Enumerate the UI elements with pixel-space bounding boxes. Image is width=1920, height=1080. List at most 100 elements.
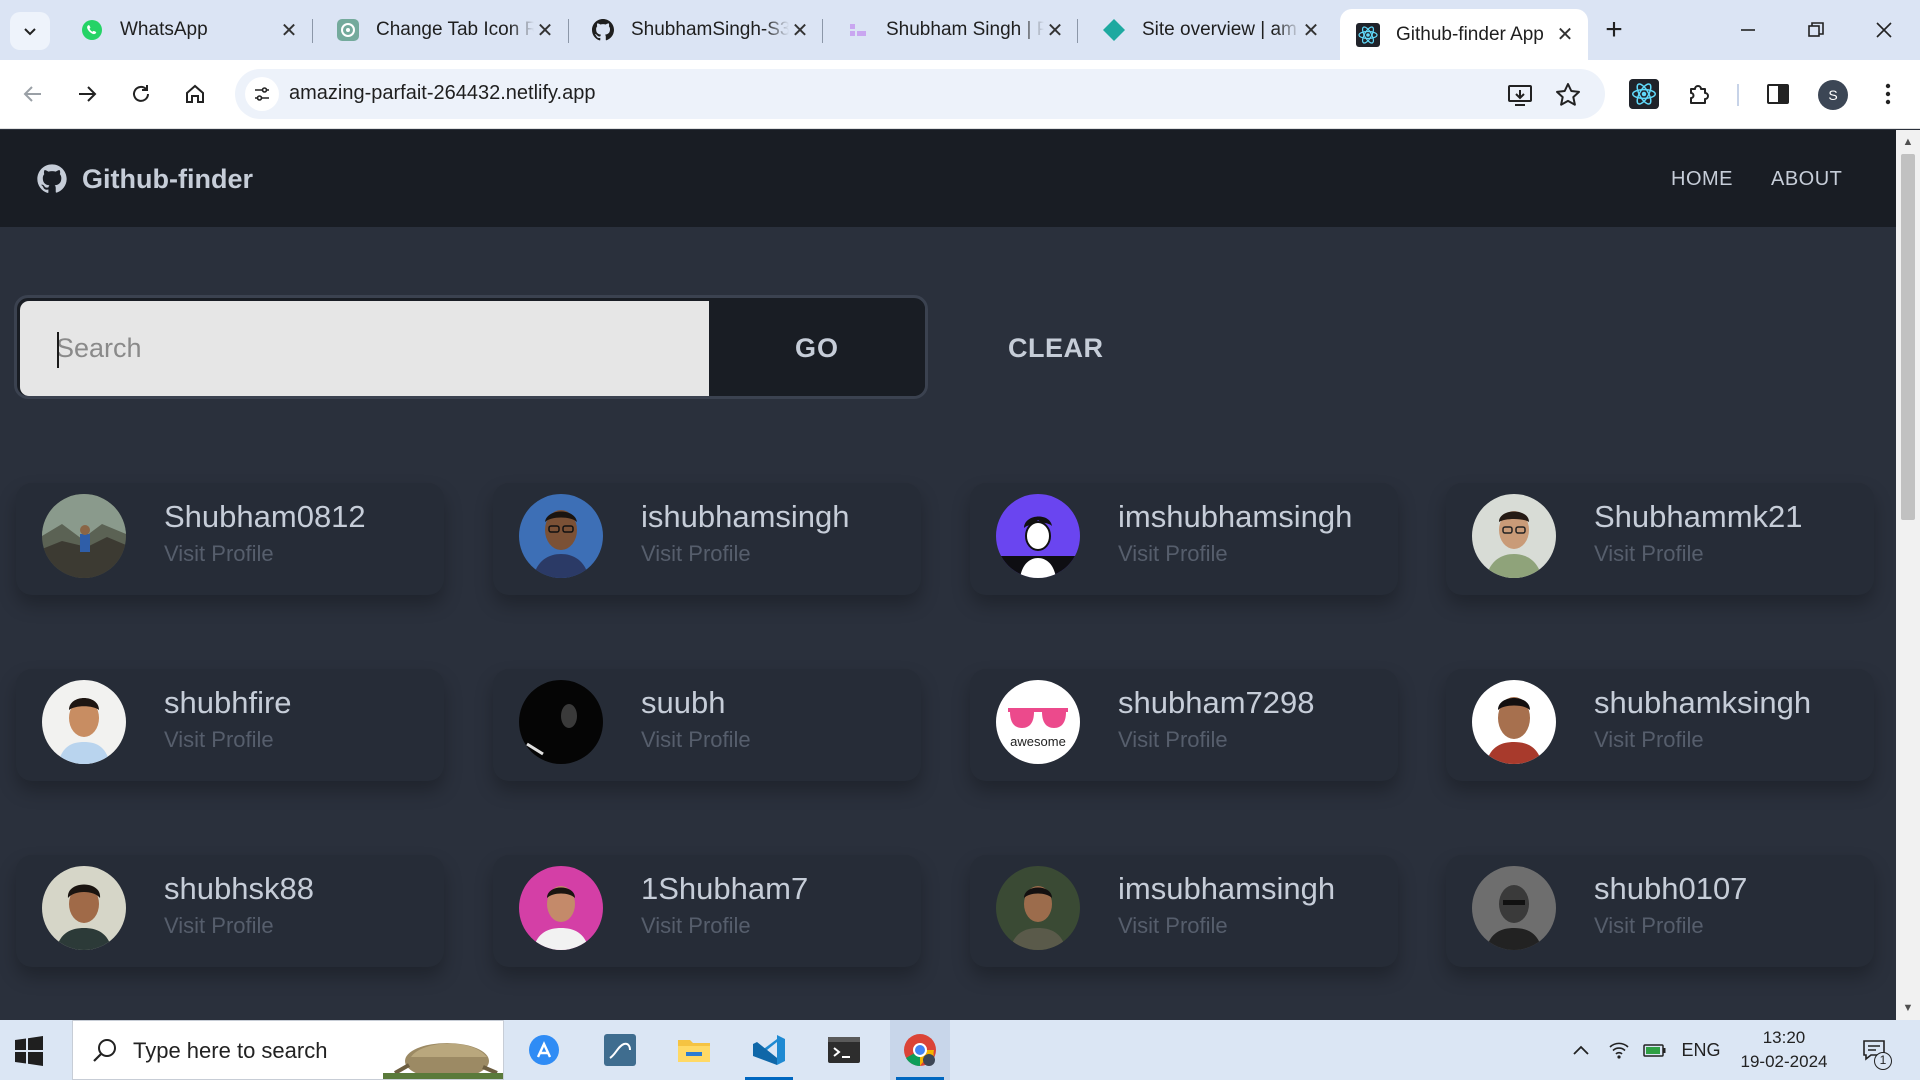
bookmark-button[interactable] (1554, 81, 1582, 109)
home-button[interactable] (176, 75, 214, 113)
taskbar-search-box[interactable]: Type here to search (72, 1020, 504, 1080)
avatar[interactable]: awesome (996, 680, 1080, 764)
tab-separator (822, 19, 823, 43)
taskbar-vscode[interactable] (739, 1020, 799, 1080)
avatar[interactable] (1472, 866, 1556, 950)
close-icon[interactable]: ✕ (534, 19, 556, 42)
nav-about-link[interactable]: ABOUT (1771, 168, 1842, 191)
visit-profile-link[interactable]: Visit Profile (1118, 541, 1228, 567)
visit-profile-link[interactable]: Visit Profile (641, 913, 751, 939)
start-button[interactable] (14, 1036, 44, 1066)
visit-profile-link[interactable]: Visit Profile (1594, 541, 1704, 567)
chevron-up-icon (1573, 1045, 1589, 1055)
file-explorer-icon (678, 1040, 710, 1062)
side-panel-button[interactable] (1760, 76, 1796, 112)
show-hidden-icons-button[interactable] (1566, 1020, 1596, 1080)
taskbar-chrome[interactable] (890, 1020, 950, 1080)
browser-menu-button[interactable] (1870, 76, 1906, 112)
restore-button[interactable] (1784, 6, 1848, 54)
avatar[interactable] (519, 494, 603, 578)
visit-profile-link[interactable]: Visit Profile (641, 727, 751, 753)
network-status[interactable] (1604, 1020, 1634, 1080)
avatar[interactable] (1472, 494, 1556, 578)
home-icon (186, 84, 204, 103)
taskbar-mysql-workbench[interactable] (590, 1020, 650, 1080)
close-icon[interactable]: ✕ (278, 19, 300, 42)
tab-chatgpt[interactable]: Change Tab Icon R ✕ (320, 9, 568, 51)
notification-center[interactable]: 1 (1854, 1020, 1894, 1080)
nav-home-link[interactable]: HOME (1671, 168, 1733, 191)
close-icon[interactable]: ✕ (1300, 19, 1322, 42)
close-icon[interactable]: ✕ (789, 19, 811, 42)
windows-logo-icon (15, 1036, 43, 1066)
close-icon[interactable]: ✕ (1554, 24, 1576, 46)
visit-profile-link[interactable]: Visit Profile (164, 541, 274, 567)
extensions-button[interactable] (1681, 76, 1717, 112)
search-input[interactable] (20, 301, 709, 396)
username: 1Shubham7 (641, 871, 809, 906)
back-button[interactable] (14, 75, 52, 113)
address-bar[interactable]: amazing-parfait-264432.netlify.app (235, 69, 1605, 119)
react-devtools-extension[interactable] (1626, 76, 1662, 112)
avatar[interactable] (519, 866, 603, 950)
scroll-up-icon[interactable]: ▲ (1902, 136, 1914, 148)
whatsapp-icon (80, 18, 104, 42)
visit-profile-link[interactable]: Visit Profile (1594, 913, 1704, 939)
username: imshubhamsingh (1118, 499, 1353, 534)
tab-title: WhatsApp (120, 19, 208, 40)
avatar[interactable] (519, 680, 603, 764)
system-clock[interactable]: 13:20 19-02-2024 (1734, 1026, 1834, 1074)
avatar[interactable] (42, 494, 126, 578)
close-window-button[interactable] (1852, 6, 1916, 54)
visit-profile-link[interactable]: Visit Profile (641, 541, 751, 567)
visit-profile-link[interactable]: Visit Profile (164, 913, 274, 939)
browser-tab-bar: WhatsApp ✕ Change Tab Icon R ✕ ShubhamSi… (0, 0, 1920, 60)
new-tab-button[interactable]: + (1596, 12, 1632, 48)
page-scrollbar[interactable]: ▲ ▼ (1896, 130, 1920, 1020)
taskbar-app-store[interactable] (514, 1020, 574, 1080)
site-info-button[interactable] (245, 77, 279, 111)
avatar[interactable] (42, 866, 126, 950)
install-app-button[interactable] (1506, 81, 1534, 109)
go-button[interactable]: GO (709, 301, 925, 396)
avatar[interactable] (996, 494, 1080, 578)
close-icon[interactable]: ✕ (1044, 19, 1066, 42)
more-vertical-icon (1885, 83, 1891, 105)
chevron-down-icon (24, 28, 36, 36)
tab-portfolio[interactable]: Shubham Singh | P ✕ (830, 9, 1078, 51)
notification-count-badge: 1 (1874, 1052, 1892, 1070)
taskbar-terminal[interactable] (814, 1020, 874, 1080)
tab-search-button[interactable] (10, 12, 50, 50)
user-card: suubh Visit Profile (493, 669, 921, 781)
user-card: shubhsk88 Visit Profile (16, 855, 444, 967)
input-language[interactable]: ENG (1676, 1020, 1726, 1080)
avatar[interactable] (1472, 680, 1556, 764)
minimize-button[interactable] (1716, 6, 1780, 54)
taskbar-search-placeholder: Type here to search (133, 1038, 328, 1063)
tab-github-finder[interactable]: Github-finder App ✕ (1340, 9, 1588, 60)
avatar[interactable] (42, 680, 126, 764)
scroll-down-icon[interactable]: ▼ (1902, 1002, 1914, 1014)
username: shubhsk88 (164, 871, 314, 906)
tab-github[interactable]: ShubhamSingh-S3 ✕ (575, 9, 823, 51)
profile-avatar[interactable]: S (1818, 80, 1848, 110)
taskbar-file-explorer[interactable] (664, 1020, 724, 1080)
visit-profile-link[interactable]: Visit Profile (1594, 727, 1704, 753)
tab-title: ShubhamSingh-S3 (631, 19, 789, 40)
clear-button[interactable]: CLEAR (1008, 333, 1104, 364)
scroll-thumb[interactable] (1901, 154, 1915, 520)
plus-icon: + (1605, 13, 1623, 46)
brand[interactable]: Github-finder (36, 163, 253, 195)
visit-profile-link[interactable]: Visit Profile (164, 727, 274, 753)
visit-profile-link[interactable]: Visit Profile (1118, 727, 1228, 753)
visit-profile-link[interactable]: Visit Profile (1118, 913, 1228, 939)
tab-netlify[interactable]: Site overview | am ✕ (1086, 9, 1334, 51)
reload-button[interactable] (122, 75, 160, 113)
avatar[interactable] (996, 866, 1080, 950)
forward-button[interactable] (68, 75, 106, 113)
url-text[interactable]: amazing-parfait-264432.netlify.app (289, 82, 595, 105)
tab-separator (568, 19, 569, 43)
user-card: shubhfire Visit Profile (16, 669, 444, 781)
battery-status[interactable] (1640, 1020, 1670, 1080)
tab-whatsapp[interactable]: WhatsApp ✕ (64, 9, 312, 51)
